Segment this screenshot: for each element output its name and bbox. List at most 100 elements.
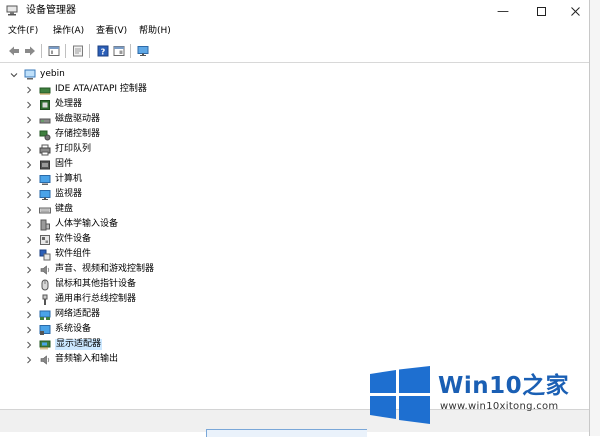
back-arrow-icon[interactable] [8, 45, 20, 57]
display-device-icon[interactable] [137, 45, 149, 57]
chevron-right-icon[interactable] [25, 206, 33, 214]
tree-item-disk-drive[interactable]: 磁盘驱动器 [25, 112, 100, 127]
tree-item-label: 监视器 [55, 189, 83, 199]
properties-view-icon[interactable] [48, 45, 60, 57]
tree-item-hid[interactable]: 人体学输入设备 [25, 217, 118, 232]
minimize-button[interactable]: — [486, 0, 520, 22]
system-device-icon [39, 324, 51, 335]
tree-item-monitor[interactable]: 监视器 [25, 187, 82, 202]
forward-arrow-icon[interactable] [24, 45, 36, 57]
tree-item-ide[interactable]: IDE ATA/ATAPI 控制器 [25, 82, 147, 97]
tree-item-label: 通用串行总线控制器 [55, 294, 137, 304]
monitor-icon [39, 189, 51, 200]
chevron-right-icon[interactable] [25, 176, 33, 184]
display-adapter-icon [39, 340, 51, 349]
chevron-right-icon[interactable] [25, 191, 33, 199]
help-icon[interactable]: ? [97, 45, 109, 57]
mouse-icon [41, 279, 49, 290]
menu-view[interactable]: 查看(V) [96, 26, 127, 37]
tree-item-label: 系统设备 [55, 324, 92, 334]
tree-item-display-adapter[interactable]: 显示适配器 [25, 337, 103, 352]
chevron-right-icon[interactable] [25, 116, 33, 124]
tree-item-processor[interactable]: 处理器 [25, 97, 82, 112]
tree-item-sound[interactable]: 声音、视频和游戏控制器 [25, 262, 154, 277]
tree-item-label: 音频输入和输出 [55, 354, 119, 364]
menu-bar: 文件(F) 操作(A) 查看(V) 帮助(H) [0, 23, 589, 40]
watermark-brand: Win10之家 [438, 366, 569, 400]
menu-help[interactable]: 帮助(H) [139, 26, 171, 37]
tree-item-software-device[interactable]: 软件设备 [25, 232, 91, 247]
chevron-right-icon[interactable] [25, 251, 33, 259]
ide-controller-icon [39, 87, 51, 95]
disk-drive-icon [39, 118, 51, 123]
chevron-right-icon[interactable] [25, 296, 33, 304]
toolbar-separator [41, 44, 42, 58]
tree-item-audio-io[interactable]: 音频输入和输出 [25, 352, 118, 367]
chevron-right-icon[interactable] [25, 221, 33, 229]
tree-item-computer[interactable]: 计算机 [25, 172, 82, 187]
chevron-right-icon[interactable] [25, 326, 33, 334]
maximize-icon [536, 6, 546, 16]
maximize-button[interactable] [524, 0, 558, 22]
tree-root[interactable]: yebin [10, 67, 65, 82]
tree-item-software-component[interactable]: 软件组件 [25, 247, 91, 262]
windows-logo-icon [370, 366, 430, 424]
tree-item-label: 鼠标和其他指针设备 [55, 279, 137, 289]
keyboard-icon [39, 207, 51, 213]
toolbar-separator [130, 44, 131, 58]
watermark-brand-text: Win10 [438, 373, 523, 399]
tree-item-firmware[interactable]: 固件 [25, 157, 73, 172]
tree-item-network-adapter[interactable]: 网络适配器 [25, 307, 100, 322]
tree-item-label: IDE ATA/ATAPI 控制器 [55, 84, 147, 94]
tree-item-label: 人体学输入设备 [55, 219, 119, 229]
title-bar[interactable]: 设备管理器 — [0, 0, 589, 22]
minimize-icon: — [497, 4, 509, 18]
scan-hardware-icon[interactable] [72, 45, 84, 57]
tree-item-label: 软件设备 [55, 234, 92, 244]
chevron-right-icon[interactable] [25, 281, 33, 289]
close-button[interactable] [558, 0, 592, 22]
device-manager-app-icon [6, 5, 18, 16]
tree-item-label: 键盘 [55, 204, 74, 214]
tree-item-printer[interactable]: 打印队列 [25, 142, 91, 157]
chevron-right-icon[interactable] [25, 266, 33, 274]
tree-item-storage-controller[interactable]: 存储控制器 [25, 127, 100, 142]
toolbar-separator [89, 44, 90, 58]
chevron-right-icon[interactable] [25, 161, 33, 169]
close-icon [570, 6, 580, 16]
background-window-edge [590, 0, 600, 436]
tree-item-system-device[interactable]: 系统设备 [25, 322, 91, 337]
tree-item-label: 软件组件 [55, 249, 92, 259]
menu-file[interactable]: 文件(F) [8, 26, 38, 37]
software-device-icon [40, 234, 50, 245]
chevron-right-icon[interactable] [25, 101, 33, 109]
chevron-right-icon[interactable] [25, 86, 33, 94]
tree-item-label: 处理器 [55, 99, 83, 109]
tree-item-usb[interactable]: 通用串行总线控制器 [25, 292, 136, 307]
printer-icon [39, 144, 51, 155]
tree-item-label: 存储控制器 [55, 129, 101, 139]
toolbar: ? [0, 40, 589, 63]
tree-item-label: 显示适配器 [55, 339, 103, 350]
chevron-right-icon[interactable] [25, 146, 33, 154]
audio-io-icon [40, 354, 50, 365]
menu-action[interactable]: 操作(A) [53, 26, 84, 37]
tree-item-mouse[interactable]: 鼠标和其他指针设备 [25, 277, 136, 292]
device-tree: yebin IDE ATA/ATAPI 控制器 处理器 磁盘驱动器 存储控制器 … [0, 63, 589, 408]
chevron-right-icon[interactable] [25, 311, 33, 319]
watermark-brand-zh: 之家 [522, 373, 570, 399]
tree-item-label: 固件 [55, 159, 74, 169]
chevron-right-icon[interactable] [25, 356, 33, 364]
chevron-down-icon[interactable] [10, 71, 18, 79]
tree-item-label: 打印队列 [55, 144, 92, 154]
update-driver-icon[interactable] [113, 45, 125, 57]
usb-icon [42, 294, 48, 305]
chevron-right-icon[interactable] [25, 131, 33, 139]
svg-text:?: ? [101, 48, 106, 57]
processor-icon [40, 99, 50, 110]
tree-root-label: yebin [40, 69, 65, 79]
window-title: 设备管理器 [26, 5, 76, 16]
chevron-right-icon[interactable] [25, 341, 33, 349]
tree-item-keyboard[interactable]: 键盘 [25, 202, 73, 217]
chevron-right-icon[interactable] [25, 236, 33, 244]
